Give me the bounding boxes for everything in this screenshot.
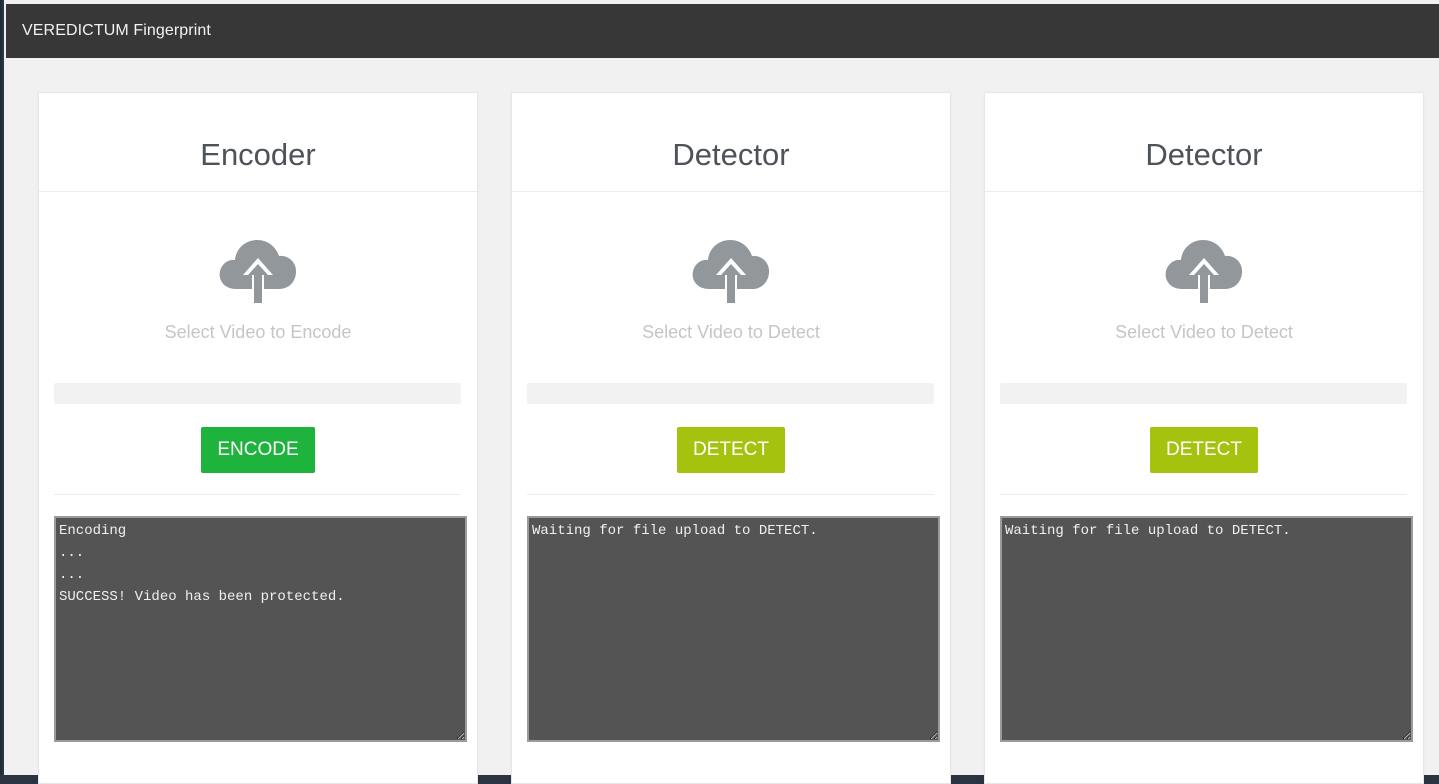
panel-heading: Detector	[985, 93, 1423, 192]
encoder-console[interactable]	[54, 516, 467, 742]
upload-dropzone[interactable]: Select Video to Detect	[985, 233, 1423, 353]
progress-bar	[527, 383, 934, 404]
detector-console[interactable]	[1000, 516, 1413, 742]
app-window: VEREDICTUM Fingerprint Encoder Select Vi…	[0, 0, 1439, 784]
divider	[54, 494, 461, 495]
upload-label[interactable]: Select Video to Detect	[512, 322, 950, 343]
main-content: Encoder Select Video to Encode ENCODE De…	[6, 58, 1439, 784]
panel-heading: Detector	[512, 93, 950, 192]
divider	[1000, 494, 1407, 495]
upload-label[interactable]: Select Video to Detect	[985, 322, 1423, 343]
cloud-upload-icon[interactable]	[218, 233, 298, 309]
detector-panel-2: Detector Select Video to Detect DETECT	[984, 92, 1424, 784]
app-brand[interactable]: VEREDICTUM Fingerprint	[22, 22, 211, 40]
detector-console[interactable]	[527, 516, 940, 742]
panel-heading: Encoder	[39, 93, 477, 192]
panel-title: Encoder	[200, 137, 316, 172]
progress-bar	[54, 383, 461, 404]
encode-button[interactable]: ENCODE	[201, 427, 315, 473]
upload-dropzone[interactable]: Select Video to Detect	[512, 233, 950, 353]
upload-dropzone[interactable]: Select Video to Encode	[39, 233, 477, 353]
cloud-upload-icon[interactable]	[1164, 233, 1244, 309]
progress-bar	[1000, 383, 1407, 404]
panel-title: Detector	[672, 137, 790, 172]
detector-panel-1: Detector Select Video to Detect DETECT	[511, 92, 951, 784]
divider	[527, 494, 934, 495]
panel-title: Detector	[1145, 137, 1263, 172]
detect-button[interactable]: DETECT	[1150, 427, 1258, 473]
detect-button[interactable]: DETECT	[677, 427, 785, 473]
top-navbar: VEREDICTUM Fingerprint	[6, 4, 1439, 59]
upload-label[interactable]: Select Video to Encode	[39, 322, 477, 343]
encoder-panel: Encoder Select Video to Encode ENCODE	[38, 92, 478, 784]
cloud-upload-icon[interactable]	[691, 233, 771, 309]
